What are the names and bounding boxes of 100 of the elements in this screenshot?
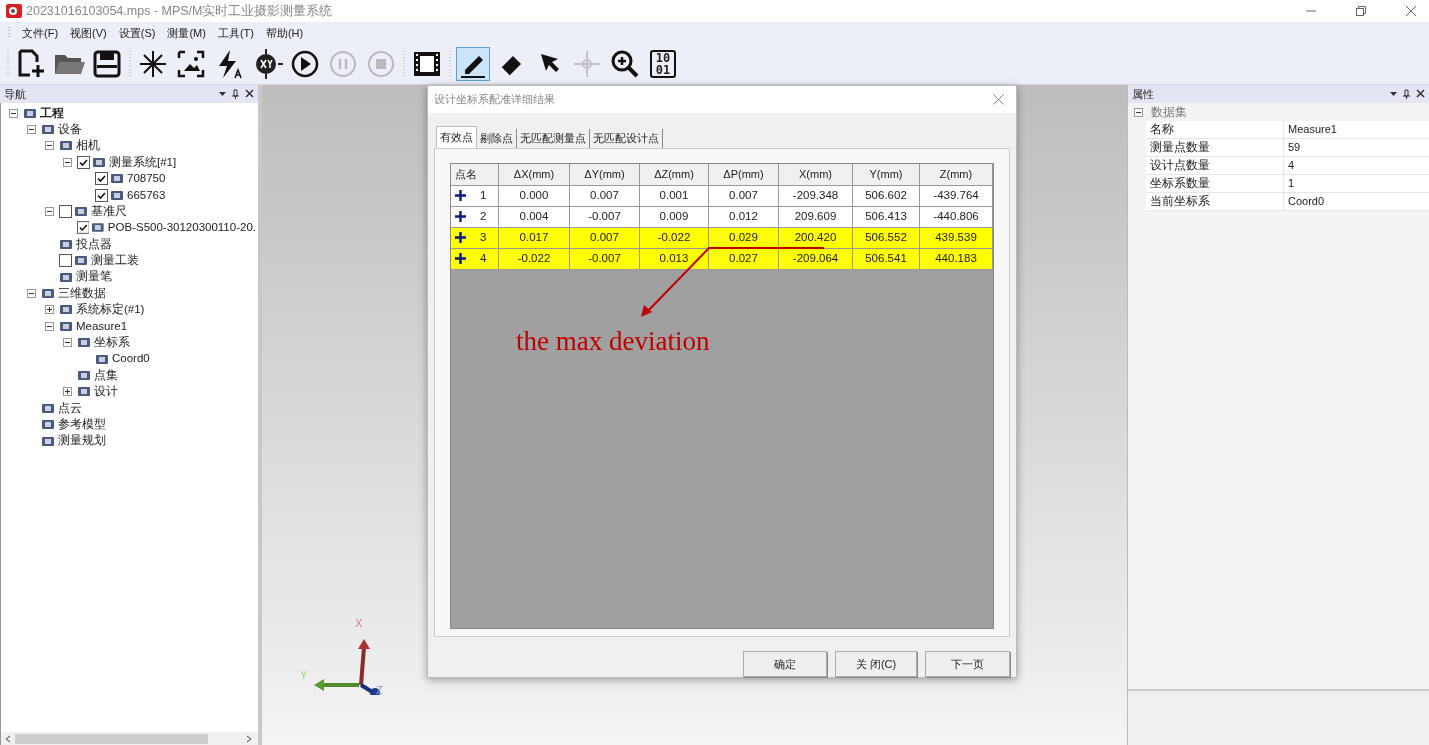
checkbox[interactable] [95,188,108,202]
grip-handle[interactable] [8,27,10,39]
tree-item[interactable]: 基准尺 [91,202,129,221]
menu-item[interactable]: 设置(S) [118,24,156,42]
column-header[interactable]: X(mm) [779,163,853,186]
close-icon[interactable] [1405,5,1417,17]
checkbox[interactable] [77,155,90,169]
tree-item[interactable]: 665763 [127,186,168,204]
column-header[interactable]: 点名 [451,163,499,186]
checkbox[interactable] [59,254,72,268]
grip-handle[interactable] [6,49,10,79]
dialog-button[interactable]: 下一页 [925,651,1010,677]
grip-handle[interactable] [402,49,406,79]
menu-item[interactable]: 文件(F) [22,24,59,42]
tree-item[interactable]: 三维数据 [58,284,108,303]
table-cell: 440.183 [920,248,993,270]
property-value[interactable]: 1 [1284,175,1429,192]
axis-label: Z [376,683,383,698]
collapse-toggle[interactable] [45,321,54,331]
tree-node-icon [92,155,106,169]
tree-item[interactable]: 测量工装 [91,252,141,270]
property-name: 测量点数量 [1146,139,1284,156]
property-name: 名称 [1146,121,1284,138]
table-cell: 0.001 [640,185,709,207]
plus-icon [455,253,466,265]
dock-controls-icon[interactable] [218,89,254,99]
checkbox[interactable] [95,172,108,186]
tree-item[interactable]: 点云 [58,399,84,417]
table-cell: 506.413 [853,206,920,228]
property-value[interactable]: Coord0 [1284,193,1429,210]
tree-node-icon [59,319,73,333]
tree-item[interactable]: POB-S500-30120300110-20. [107,219,258,237]
property-value[interactable]: 59 [1284,139,1429,156]
dock-controls-icon[interactable] [1389,89,1425,99]
collapse-toggle[interactable] [27,289,36,298]
tree-item[interactable]: 系统标定(#1) [76,301,147,319]
table-row[interactable]: 1 0.000 0.007 0.001 0.007 -209.348 506.602 -439.764 [451,185,993,207]
collapse-toggle[interactable] [9,108,18,118]
collapse-toggle[interactable] [27,125,36,135]
dialog-button[interactable]: 确定 [743,651,827,677]
dialog-button[interactable]: 关 闭(C) [835,651,917,677]
menu-item[interactable]: 视图(V) [70,24,107,42]
collapse-toggle[interactable] [63,338,72,348]
tool-button[interactable] [456,47,490,81]
annotation-text: the max deviation [516,324,710,358]
tab[interactable]: 剔除点 [477,128,517,148]
tree-item[interactable]: 708750 [127,170,168,188]
expand-toggle[interactable] [63,387,72,397]
property-value[interactable]: Measure1 [1284,121,1429,138]
tree-item[interactable]: 测量规划 [58,432,108,450]
close-icon[interactable] [993,93,1004,105]
column-header[interactable]: ΔX(mm) [499,163,570,186]
grip-handle[interactable] [128,49,132,79]
menu-item[interactable]: 工具(T) [217,24,254,42]
collapse-toggle[interactable] [45,207,54,217]
tab[interactable]: 无匹配测量点 [517,128,590,148]
window-title: 20231016103054.mps - MPS/M实时工业摄影测量系统 [26,2,333,20]
column-header[interactable]: Z(mm) [920,163,993,186]
column-header[interactable]: ΔZ(mm) [640,163,709,186]
table-cell: 0.029 [709,227,779,249]
table-cell: -0.007 [570,248,640,270]
tree-item[interactable]: 测量笔 [76,268,114,286]
table-row[interactable]: 4 -0.022 -0.007 0.013 0.027 -209.064 506.541 440.183 [451,248,993,270]
restore-icon[interactable] [1355,5,1367,17]
collapse-toggle[interactable] [45,141,54,151]
tree-item[interactable]: 测量系统[#1] [109,153,179,171]
column-header[interactable]: ΔP(mm) [709,163,779,186]
tree-item[interactable]: 参考模型 [58,416,108,434]
tree-item[interactable]: 设计 [94,383,120,401]
table-cell: 0.007 [570,185,640,207]
starburst-icon [137,48,169,80]
table-cell: 0.007 [709,185,779,207]
menu-item[interactable]: 测量(M) [167,24,206,42]
menu-item[interactable]: 帮助(H) [265,24,304,42]
property-value[interactable]: 4 [1284,157,1429,174]
tree-node-icon [59,139,73,153]
checkbox[interactable] [59,205,72,219]
table-cell-text: 1 [480,188,487,204]
column-header[interactable]: Y(mm) [853,163,920,186]
collapse-toggle[interactable] [1134,107,1143,117]
expand-toggle[interactable] [45,305,54,315]
tab[interactable]: 无匹配设计点 [590,128,663,148]
collapse-toggle[interactable] [63,157,72,167]
tree-item[interactable]: 设备 [58,120,84,139]
tree-item[interactable]: Measure1 [76,317,130,335]
tree-item[interactable]: 相机 [76,137,102,155]
tree-item[interactable]: 工程 [40,104,66,122]
grip-handle[interactable] [448,49,452,79]
tree-item[interactable]: 投点器 [76,235,114,253]
property-name: 坐标系数量 [1146,175,1284,192]
tree-item[interactable]: 点集 [94,366,120,385]
table-cell: 0.017 [499,227,570,249]
tree-item[interactable]: Coord0 [112,350,152,368]
tree-item[interactable]: 坐标系 [94,334,132,352]
checkbox[interactable] [76,221,90,235]
tab[interactable]: 有效点 [436,125,477,148]
tree-node-icon [95,352,109,366]
table-row[interactable]: 2 0.004 -0.007 0.009 0.012 209.609 506.413 -440.806 [451,206,993,228]
scrollbar-thumb[interactable] [15,733,208,744]
column-header[interactable]: ΔY(mm) [570,163,640,186]
